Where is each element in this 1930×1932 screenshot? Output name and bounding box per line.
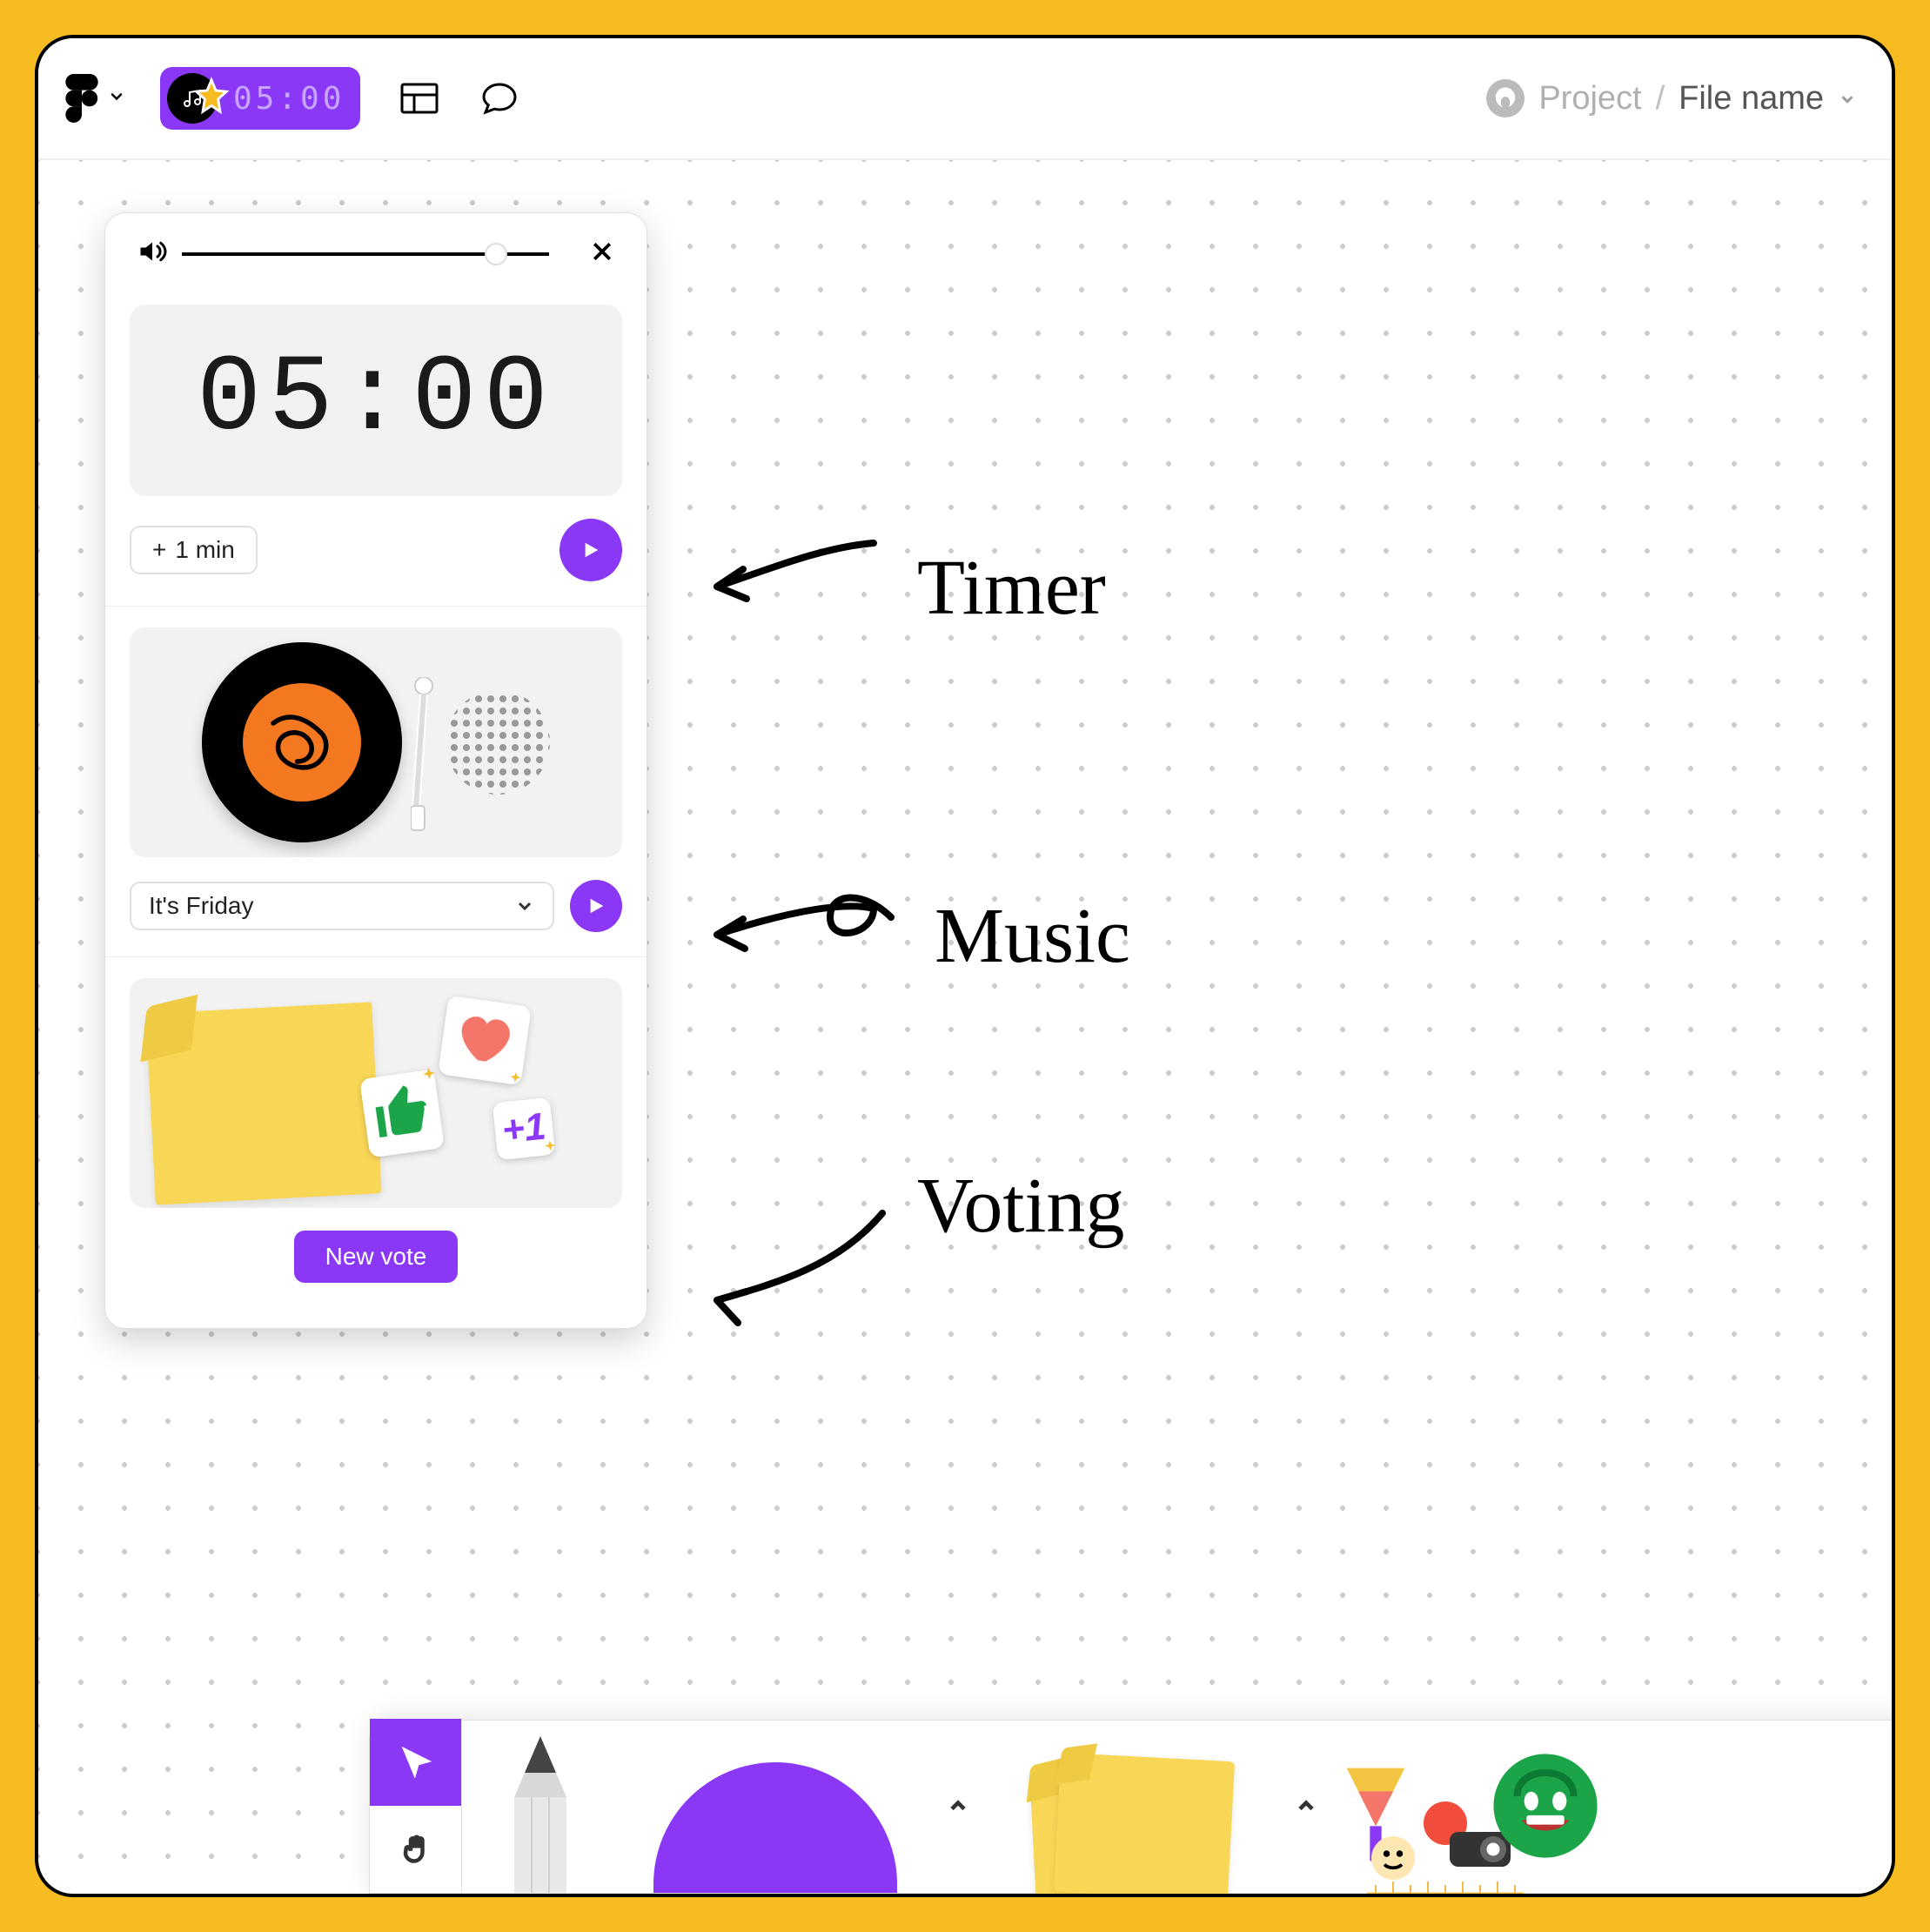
layout-icon (399, 77, 440, 119)
voting-display: +1 (130, 978, 622, 1208)
chevron-down-icon (108, 88, 125, 110)
figma-logo-icon (64, 74, 99, 123)
tools-panel: 05:00 + 1 min (104, 212, 647, 1329)
shape-tool[interactable] (619, 1719, 932, 1893)
select-tool[interactable] (370, 1719, 461, 1806)
add-minute-label: 1 min (175, 536, 234, 564)
comment-tool[interactable] (479, 77, 520, 119)
monstera-icon (1492, 85, 1518, 111)
file-name[interactable]: File name (1679, 80, 1824, 117)
sticky-note-tool[interactable] (984, 1719, 1280, 1893)
pill-time: 05:00 (233, 81, 345, 117)
cursor-icon (400, 1747, 432, 1778)
play-icon (581, 539, 600, 561)
music-display (130, 627, 622, 857)
chevron-down-icon (514, 896, 535, 916)
chevron-up-icon (946, 1794, 970, 1818)
play-icon (586, 895, 606, 917)
timer-pill[interactable]: 05:00 (160, 67, 360, 130)
project-name[interactable]: Project (1538, 80, 1641, 117)
vinyl-record (202, 642, 402, 842)
avatar[interactable] (1486, 79, 1525, 117)
canvas[interactable]: 05:00 + 1 min (38, 160, 1892, 1894)
annotation-timer: Timer (917, 543, 1106, 633)
chevron-down-icon (1838, 90, 1857, 109)
timer-pill-badge (167, 73, 228, 124)
sticker-tray (1341, 1736, 1602, 1893)
plus-icon: + (152, 536, 166, 564)
arrow-music (700, 882, 908, 978)
annotation-voting: Voting (917, 1161, 1124, 1251)
shape-more[interactable] (932, 1719, 984, 1893)
plus-one-sticker: +1 (493, 1097, 556, 1161)
heart-sticker (438, 996, 532, 1085)
tonearm-icon (411, 677, 437, 834)
thumbs-up-sticker (359, 1069, 445, 1157)
layout-tool[interactable] (399, 77, 440, 119)
panel-header (105, 213, 647, 284)
arrow-timer (700, 526, 891, 630)
annotation-music: Music (935, 891, 1130, 981)
pencil-tool[interactable] (462, 1719, 619, 1893)
sticky-note-icon (145, 1002, 381, 1204)
breadcrumb[interactable]: Project / File name (1486, 79, 1857, 117)
breadcrumb-separator: / (1656, 80, 1665, 117)
new-vote-button[interactable]: New vote (294, 1231, 459, 1283)
bottom-toolbar (369, 1720, 1895, 1894)
sticky-stack-icon (1019, 1745, 1245, 1893)
close-button[interactable] (589, 238, 615, 269)
music-select[interactable]: It's Friday (130, 882, 554, 930)
timer-display[interactable]: 05:00 (130, 305, 622, 496)
slider-thumb[interactable] (485, 243, 507, 265)
timer-value: 05:00 (197, 339, 555, 461)
timer-play-button[interactable] (560, 519, 622, 581)
app-menu[interactable] (64, 74, 125, 123)
volume-slider[interactable] (182, 252, 549, 256)
volume-icon[interactable] (137, 236, 168, 272)
circle-shape-icon (653, 1762, 897, 1893)
timer-section: 05:00 + 1 min (105, 284, 647, 607)
topbar: 05:00 Project / File name (38, 38, 1892, 160)
hand-tool[interactable] (370, 1806, 461, 1893)
app-window: 05:00 Project / File name (35, 35, 1895, 1897)
music-section: It's Friday (105, 607, 647, 957)
music-play-button[interactable] (570, 880, 622, 932)
voting-section: +1 New vote (105, 957, 647, 1307)
add-minute-button[interactable]: + 1 min (130, 526, 258, 574)
sticker-tool[interactable] (1332, 1719, 1611, 1893)
speaker-icon (446, 690, 550, 795)
close-icon (589, 238, 615, 265)
star-icon (191, 77, 231, 117)
file-menu-chevron[interactable] (1838, 80, 1857, 117)
comment-icon (479, 77, 520, 119)
plus-one-label: +1 (500, 1105, 548, 1152)
sticky-more[interactable] (1280, 1719, 1332, 1893)
pencil-icon (497, 1736, 584, 1893)
chevron-up-icon (1294, 1794, 1318, 1818)
music-selected-label: It's Friday (149, 892, 253, 920)
hand-icon (400, 1834, 432, 1865)
arrow-voting (700, 1196, 900, 1335)
scribble-icon (254, 694, 350, 790)
